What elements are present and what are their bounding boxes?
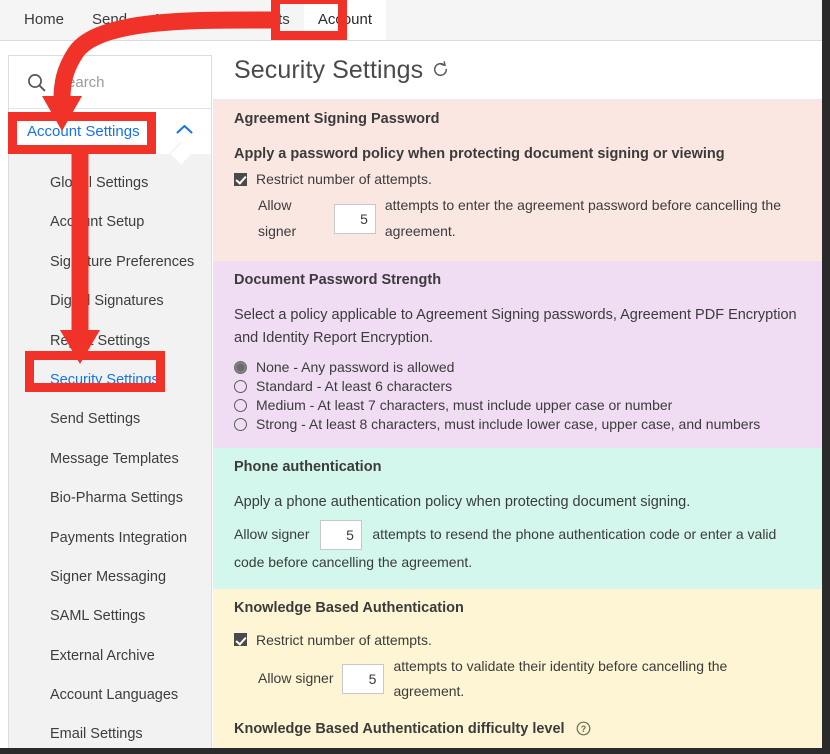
option-label: Standard - At least 6 characters xyxy=(256,378,453,395)
page-title: Security Settings xyxy=(234,55,424,84)
kba-allow-signer-suffix: attempts to validate their identity befo… xyxy=(393,657,728,700)
sidebar-item-security-settings[interactable]: Security Settings xyxy=(9,361,211,400)
sidebar-item-email-settings[interactable]: Email Settings xyxy=(9,715,211,750)
nav-item-home[interactable]: Home xyxy=(10,0,78,40)
allow-signer-prefix: Allow signer xyxy=(258,197,297,240)
sidebar-item-report-settings[interactable]: Report Settings xyxy=(9,322,211,361)
sidebar-item-global-settings[interactable]: Global Settings xyxy=(9,164,211,203)
kba-allow-signer-prefix: Allow signer xyxy=(258,670,334,687)
refresh-icon[interactable] xyxy=(432,61,449,83)
allow-signer-suffix: attempts to resend the phone authenticat… xyxy=(234,525,777,570)
allow-signer-row: Allow signer 5 attempts to resend the ph… xyxy=(234,519,802,576)
sidebar-item-send-settings[interactable]: Send Settings xyxy=(9,400,211,439)
attempts-input[interactable]: 5 xyxy=(333,204,376,235)
attempts-input[interactable]: 5 xyxy=(319,519,362,550)
image-frame-bottom xyxy=(0,748,830,754)
sidebar-item-digital-signatures[interactable]: Digital Signatures xyxy=(9,282,211,321)
allow-signer-suffix: attempts to enter the agreement password… xyxy=(384,197,781,240)
search-icon xyxy=(27,73,46,92)
main-content: Security Settings Agreement Signing Pass… xyxy=(213,41,822,750)
password-strength-option-medium[interactable]: Medium - At least 7 characters, must inc… xyxy=(234,397,802,413)
sidebar-item-saml-settings[interactable]: SAML Settings xyxy=(9,597,211,636)
password-strength-option-none[interactable]: None - Any password is allowed xyxy=(234,359,802,375)
password-strength-option-standard[interactable]: Standard - At least 6 characters xyxy=(234,378,802,394)
option-label: None - Any password is allowed xyxy=(256,359,455,376)
restrict-attempts-label: Restrict number of attempts. xyxy=(256,171,432,188)
sidebar-group-account-settings[interactable]: Account Settings xyxy=(9,109,211,165)
option-label: Strong - At least 8 characters, must inc… xyxy=(256,416,761,433)
top-navigation-bar: Home Send Manage Reports Account xyxy=(0,0,822,41)
sidebar-item-message-templates[interactable]: Message Templates xyxy=(9,440,211,479)
nav-item-reports[interactable]: Reports xyxy=(223,0,304,40)
sidebar-group-label: Account Settings xyxy=(27,122,140,140)
password-strength-option-strong[interactable]: Strong - At least 8 characters, must inc… xyxy=(234,416,802,432)
sidebar-submenu: Global Settings Account Setup Signature … xyxy=(9,154,211,750)
sidebar: Search Account Settings Global Settings … xyxy=(8,55,212,750)
sidebar-item-bio-pharma-settings[interactable]: Bio-Pharma Settings xyxy=(9,479,211,518)
nav-item-manage[interactable]: Manage xyxy=(141,0,223,40)
section-description: Apply a phone authentication policy when… xyxy=(234,494,691,511)
kba-allow-signer-row: Allow signer 5 attempts to validate thei… xyxy=(234,654,802,706)
section-title: Agreement Signing Password xyxy=(234,111,440,127)
radio-icon-standard[interactable] xyxy=(234,379,247,393)
sidebar-item-signature-preferences[interactable]: Signature Preferences xyxy=(9,243,211,282)
search-input-placeholder[interactable]: Search xyxy=(57,74,105,91)
allow-signer-row: Allow signer 5 attempts to enter the agr… xyxy=(234,193,802,245)
sidebar-search[interactable]: Search xyxy=(9,56,211,109)
image-frame-right xyxy=(822,0,830,754)
sidebar-item-payments-integration[interactable]: Payments Integration xyxy=(9,519,211,558)
kba-difficulty-label: Knowledge Based Authentication difficult… xyxy=(234,721,565,738)
app-screenshot: Home Send Manage Reports Account Search … xyxy=(0,0,830,754)
page-title-row: Security Settings xyxy=(213,41,822,99)
help-circle-icon[interactable]: ? xyxy=(576,721,591,740)
radio-icon-none[interactable] xyxy=(234,360,247,374)
sidebar-item-account-setup[interactable]: Account Setup xyxy=(9,203,211,242)
svg-text:?: ? xyxy=(580,724,586,734)
kba-difficulty-label-row: Knowledge Based Authentication difficult… xyxy=(234,721,802,740)
allow-signer-prefix: Allow signer xyxy=(234,525,310,542)
sidebar-item-external-archive[interactable]: External Archive xyxy=(9,637,211,676)
restrict-attempts-checkbox[interactable] xyxy=(234,172,247,186)
chevron-up-icon[interactable] xyxy=(176,122,193,140)
section-document-password-strength: Document Password Strength Select a poli… xyxy=(213,261,822,449)
section-description: Apply a password policy when protecting … xyxy=(234,146,725,162)
nav-item-send[interactable]: Send xyxy=(78,0,141,40)
kba-restrict-attempts-row[interactable]: Restrict number of attempts. xyxy=(234,632,802,648)
kba-attempts-input[interactable]: 5 xyxy=(342,664,385,695)
sidebar-item-account-languages[interactable]: Account Languages xyxy=(9,676,211,715)
body-area: Search Account Settings Global Settings … xyxy=(0,41,822,750)
section-phone-authentication: Phone authentication Apply a phone authe… xyxy=(213,448,822,589)
nav-item-account[interactable]: Account xyxy=(303,0,387,40)
kba-restrict-attempts-checkbox[interactable] xyxy=(234,633,247,647)
section-title: Phone authentication xyxy=(234,459,382,476)
settings-sections: Agreement Signing Password Apply a passw… xyxy=(213,99,822,750)
option-label: Medium - At least 7 characters, must inc… xyxy=(256,397,673,414)
restrict-attempts-row[interactable]: Restrict number of attempts. xyxy=(234,171,802,187)
section-knowledge-based-authentication: Knowledge Based Authentication Restrict … xyxy=(213,588,822,750)
radio-icon-strong[interactable] xyxy=(234,417,247,431)
section-agreement-signing-password: Agreement Signing Password Apply a passw… xyxy=(213,100,822,262)
section-title: Knowledge Based Authentication xyxy=(234,599,464,616)
section-title: Document Password Strength xyxy=(234,272,442,289)
sidebar-item-signer-messaging[interactable]: Signer Messaging xyxy=(9,558,211,597)
radio-icon-medium[interactable] xyxy=(234,398,247,412)
section-description: Select a policy applicable to Agreement … xyxy=(234,307,797,346)
kba-restrict-attempts-label: Restrict number of attempts. xyxy=(256,631,432,648)
